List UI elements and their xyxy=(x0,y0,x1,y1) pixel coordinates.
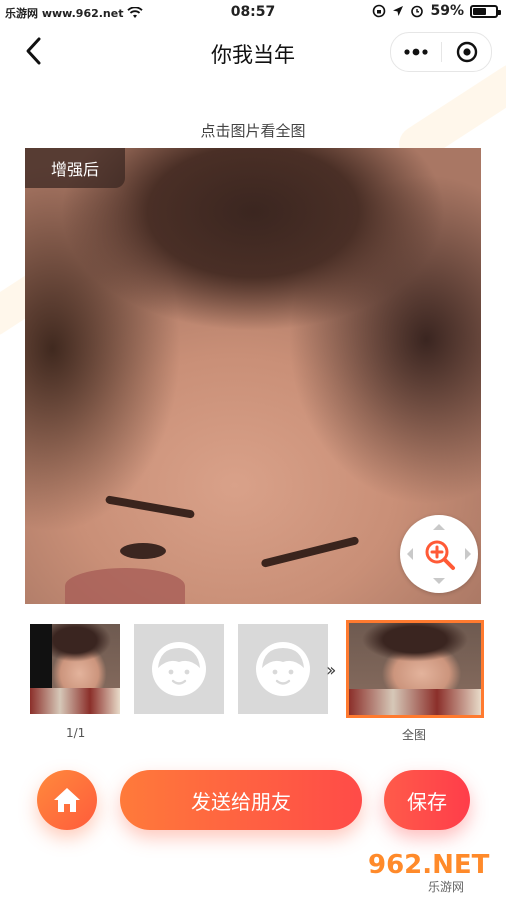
thumbnail-full-image[interactable] xyxy=(346,620,484,718)
photo-brow-left xyxy=(104,495,196,519)
location-icon xyxy=(393,6,404,16)
status-bar: 乐游网 www.962.net 08:57 59% xyxy=(0,0,506,26)
watermark-sub-text: 乐游网 xyxy=(428,880,465,894)
send-to-friend-button[interactable]: 发送给朋友 xyxy=(120,770,362,830)
thumbnail-scarf xyxy=(30,688,120,714)
thumbnail-strip: ›› 1/1 全图 xyxy=(0,620,506,742)
zoom-control[interactable] xyxy=(400,515,478,593)
action-bar: 发送给朋友 保存 xyxy=(0,768,506,834)
thumbnail-scarf xyxy=(349,689,481,715)
avatar-placeholder-icon xyxy=(256,642,310,696)
thumbnail-count-label: 1/1 xyxy=(66,726,86,740)
pan-up-arrow[interactable] xyxy=(433,518,445,530)
battery-percent: 59% xyxy=(430,3,464,19)
avatar-placeholder-icon xyxy=(152,642,206,696)
double-chevron-right-icon: ›› xyxy=(326,660,337,681)
more-button[interactable] xyxy=(391,33,441,71)
zoom-in-icon xyxy=(425,540,455,570)
close-mini-program-button[interactable] xyxy=(442,33,491,71)
photo-lips xyxy=(65,568,185,604)
mini-program-capsule xyxy=(390,32,492,72)
target-close-icon xyxy=(456,41,477,63)
thumbnail-placeholder-2[interactable] xyxy=(238,624,328,714)
pan-left-arrow[interactable] xyxy=(401,548,413,560)
photo-brow-right xyxy=(260,536,360,568)
battery-fill xyxy=(473,7,486,15)
more-dots-icon xyxy=(404,48,428,56)
full-image-label: 全图 xyxy=(402,728,427,742)
nav-bar: 你我当年 xyxy=(0,26,506,78)
thumbnail-placeholder-1[interactable] xyxy=(134,624,224,714)
status-right: 59% xyxy=(372,3,501,19)
save-button[interactable]: 保存 xyxy=(384,770,470,830)
rotation-lock-icon xyxy=(373,4,386,18)
enhanced-badge: 增强后 xyxy=(25,148,125,188)
watermark-logo-text: 962.NET xyxy=(368,850,490,880)
home-icon xyxy=(54,788,80,812)
view-full-image-hint: 点击图片看全图 xyxy=(200,122,306,140)
photo-eye-left xyxy=(120,543,166,559)
home-button[interactable] xyxy=(37,770,97,830)
thumbnail-result-1[interactable] xyxy=(30,624,120,714)
battery-icon xyxy=(470,4,501,18)
pan-right-arrow[interactable] xyxy=(465,548,477,560)
pan-down-arrow[interactable] xyxy=(433,578,445,590)
site-watermark: 962.NET 乐游网 xyxy=(368,850,498,894)
alarm-icon xyxy=(411,5,424,18)
